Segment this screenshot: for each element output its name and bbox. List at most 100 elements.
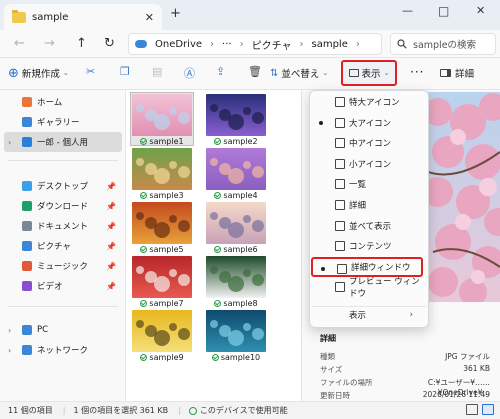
breadcrumb-sample[interactable]: sample (311, 39, 347, 50)
file-item[interactable]: sample1 (125, 137, 199, 146)
file-item[interactable]: sample4 (199, 191, 273, 200)
file-item[interactable]: sample9 (125, 353, 199, 362)
detail-row: サイズ 361 KB (320, 364, 498, 375)
file-item[interactable]: sample6 (199, 245, 273, 254)
view-menu-item[interactable]: 詳細 (311, 195, 423, 215)
view-menu-item-label: 一覧 (349, 180, 367, 191)
view-menu-item[interactable]: コンテンツ (311, 236, 423, 256)
breadcrumb-ellipsis[interactable]: ··· (222, 39, 232, 50)
minimize-button[interactable]: — (402, 4, 413, 17)
up-button[interactable]: ↑ (76, 36, 87, 51)
details-pane-icon (440, 69, 451, 77)
view-menu-item-label: 特大アイコン (349, 98, 400, 108)
medium-icons-icon (335, 138, 345, 149)
pin-icon: 📌 (106, 241, 116, 251)
sidebar-item[interactable]: ダウンロード 📌 (4, 196, 122, 216)
chevron-down-icon: ⌄ (383, 69, 390, 77)
sidebar-item-label: ネットワーク (37, 346, 89, 356)
back-button[interactable]: ← (14, 36, 25, 51)
view-menu-item[interactable]: 一覧 (311, 174, 423, 194)
new-tab-button[interactable]: + (170, 6, 181, 21)
sort-button[interactable]: ⇅ 並べ替え ⌄ (270, 66, 328, 81)
view-menu-item-label: 大アイコン (349, 118, 392, 129)
chevron-right-icon[interactable]: › (8, 346, 11, 355)
sidebar-item[interactable]: › 一郎 - 個人用 (4, 132, 122, 152)
file-item[interactable]: sample7 (125, 299, 199, 308)
more-options-button[interactable]: ··· (410, 65, 424, 79)
sidebar-item[interactable]: ピクチャ 📌 (4, 236, 122, 256)
large-icons-view-toggle-icon[interactable] (482, 404, 494, 415)
view-menu-item[interactable]: 詳細ウィンドウ (311, 256, 423, 277)
tiles-icon (335, 220, 345, 231)
sidebar-item[interactable]: デスクトップ 📌 (4, 176, 122, 196)
file-thumbnail[interactable] (132, 94, 192, 136)
file-thumbnail[interactable] (206, 148, 266, 190)
detail-key: 種類 (320, 352, 335, 361)
tab-sample[interactable]: sample ✕ (4, 4, 162, 30)
view-menu-item[interactable]: 大アイコン (311, 113, 423, 133)
view-menu-item-label: プレビュー ウィンドウ (349, 277, 420, 300)
file-item[interactable]: sample5 (125, 245, 199, 254)
pin-icon: 📌 (106, 261, 116, 271)
view-menu-item[interactable]: 特大アイコン (311, 92, 423, 112)
file-name: sample10 (220, 353, 261, 362)
maximize-button[interactable]: □ (438, 4, 449, 18)
file-thumbnail[interactable] (132, 148, 192, 190)
file-thumbnail[interactable] (206, 256, 266, 298)
delete-icon[interactable]: 🗑 (248, 65, 262, 78)
details-button-label: 詳細 (455, 69, 475, 80)
checked-dot-icon (321, 266, 325, 271)
share-icon[interactable]: ⇪ (216, 65, 225, 78)
sidebar-item[interactable]: ミュージック 📌 (4, 256, 122, 276)
details-view-toggle-icon[interactable] (466, 404, 478, 415)
tab-close-button[interactable]: ✕ (145, 11, 154, 24)
search-input[interactable]: sampleの検索 (390, 33, 496, 55)
onedrive-cloud-icon (135, 40, 147, 48)
sidebar-item[interactable]: › ネットワーク (4, 340, 122, 360)
sidebar-item[interactable]: ギャラリー (4, 112, 122, 132)
sidebar-item[interactable]: › PC (4, 320, 122, 340)
chevron-right-icon[interactable]: › (8, 326, 11, 335)
file-thumbnail[interactable] (206, 94, 266, 136)
view-menu-item-label: 詳細 (349, 201, 367, 211)
view-menu-item-label: 小アイコン (349, 159, 392, 170)
file-thumbnail[interactable] (132, 202, 192, 244)
sidebar-item[interactable]: ビデオ 📌 (4, 276, 122, 296)
sidebar-item-label: ギャラリー (37, 118, 80, 128)
copy-icon[interactable]: ❐ (120, 65, 130, 78)
cut-icon[interactable]: ✂ (86, 65, 95, 78)
view-menu-item[interactable]: 表示 › (311, 305, 423, 325)
file-item[interactable]: sample3 (125, 191, 199, 200)
file-thumbnail[interactable] (206, 310, 266, 352)
refresh-button[interactable]: ↻ (104, 36, 115, 51)
address-field[interactable]: OneDrive › ··· › ピクチャ › sample › (128, 33, 382, 55)
details-button[interactable]: 詳細 (440, 66, 474, 80)
close-button[interactable]: ✕ (476, 4, 485, 17)
file-thumbnail[interactable] (206, 202, 266, 244)
sidebar-separator (8, 160, 118, 161)
large-icons-icon (335, 117, 345, 128)
view-button[interactable]: 表示 ⌄ (341, 60, 397, 86)
rename-icon[interactable]: Ⓐ (184, 65, 195, 81)
sync-check-icon (214, 192, 222, 199)
file-item[interactable]: sample8 (199, 299, 273, 308)
file-thumbnail[interactable] (132, 310, 192, 352)
file-thumbnail[interactable] (132, 256, 192, 298)
view-menu-item[interactable]: 中アイコン (311, 133, 423, 153)
chevron-right-icon[interactable]: › (8, 138, 11, 147)
view-menu-item[interactable]: 並べて表示 (311, 216, 423, 236)
breadcrumb-pictures[interactable]: ピクチャ (252, 37, 292, 52)
details-pane-icon (337, 263, 347, 274)
file-item[interactable]: sample10 (199, 353, 273, 362)
forward-button[interactable]: → (44, 36, 55, 51)
paste-icon[interactable]: ▤ (152, 65, 162, 78)
new-button[interactable]: ⊕ 新規作成 ⌄ (8, 66, 69, 81)
sidebar-item[interactable]: ホーム (4, 92, 122, 112)
sidebar-item[interactable]: ドキュメント 📌 (4, 216, 122, 236)
view-menu-item[interactable]: プレビュー ウィンドウ (311, 277, 423, 300)
view-menu-item[interactable]: 小アイコン (311, 154, 423, 174)
available-icon (188, 406, 197, 415)
file-item[interactable]: sample2 (199, 137, 273, 146)
breadcrumb-onedrive[interactable]: OneDrive (155, 39, 202, 50)
music-icon (22, 261, 32, 271)
